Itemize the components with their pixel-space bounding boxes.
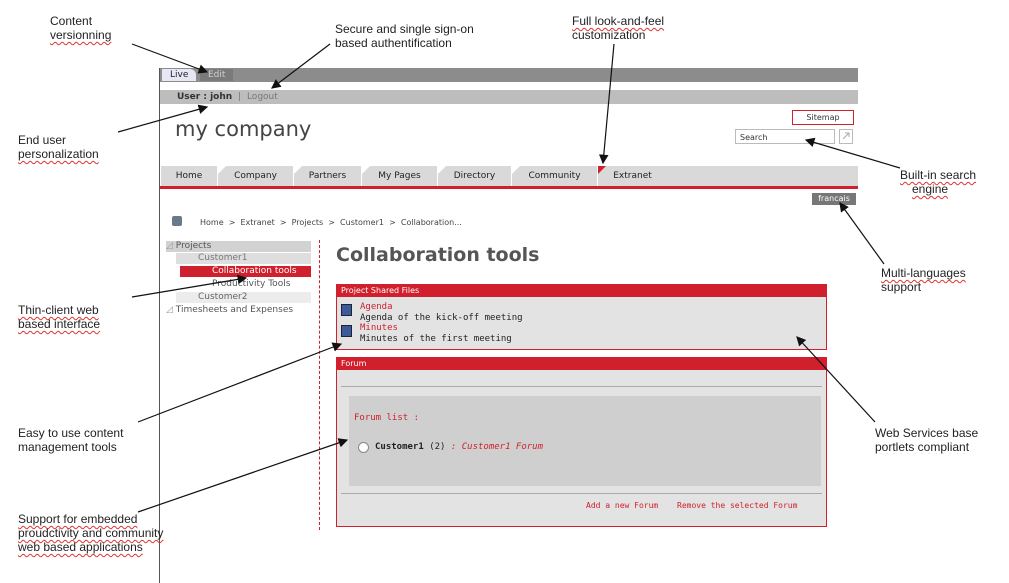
annotation-web-services: Web Services base portlets compliant	[875, 426, 979, 454]
language-switch[interactable]: francais	[812, 193, 856, 205]
forum-name: Customer1	[375, 442, 424, 452]
sidebar-item-collaboration-tools[interactable]: Collaboration tools	[180, 266, 311, 277]
word-document-icon[interactable]	[341, 325, 352, 337]
annotation-secure-sso: Secure and single sign-on based authenti…	[335, 22, 474, 50]
user-bar: User : john | Logout	[160, 90, 858, 104]
forum-desc: : Customer1 Forum	[450, 442, 544, 452]
search-input[interactable]: Search	[735, 129, 835, 144]
arrow-embedded	[137, 438, 349, 513]
forum-list-area	[349, 396, 821, 486]
search-go-icon[interactable]	[839, 129, 853, 144]
arrow-search	[804, 137, 901, 169]
triangle-icon: ◿	[166, 305, 176, 315]
forum-divider-top	[341, 386, 822, 387]
files-portlet-title: Project Shared Files	[337, 285, 826, 297]
remove-forum-link[interactable]: Remove the selected Forum	[677, 501, 797, 510]
breadcrumb[interactable]: Home > Extranet > Projects > Customer1 >…	[200, 218, 462, 227]
add-forum-link[interactable]: Add a new Forum	[586, 501, 658, 510]
annotation-thin-client: Thin-client web based interface	[18, 303, 101, 331]
annotation-multi-lang: Multi-languages support	[881, 266, 966, 294]
annotation-content-versioning: Content versionning	[50, 14, 112, 42]
arrow-multi-lang	[839, 202, 885, 265]
annotation-search-engine: Built-in search engine	[900, 168, 977, 196]
nav-item-extranet[interactable]: Extranet	[597, 166, 667, 186]
file-title-minutes[interactable]: Minutes	[360, 323, 398, 333]
forum-entry[interactable]: Customer1 (2) : Customer1 Forum	[375, 442, 543, 452]
annotation-end-user: End user personalization	[18, 133, 99, 161]
nav-item-company[interactable]: Company	[217, 166, 293, 186]
sidebar-item-projects[interactable]: ◿ Projects	[166, 241, 311, 252]
sitemap-button[interactable]: Sitemap	[792, 110, 854, 125]
file-title-agenda[interactable]: Agenda	[360, 302, 393, 312]
nav-accent-line	[160, 186, 858, 189]
file-desc-agenda: Agenda of the kick-off meeting	[360, 313, 523, 323]
sidebar-item-productivity-tools[interactable]: Productivity Tools	[180, 279, 311, 290]
forum-portlet-title: Forum	[337, 358, 826, 370]
sidebar-item-timesheets[interactable]: ◿ Timesheets and Expenses	[166, 305, 311, 316]
tab-edit[interactable]: Edit	[200, 69, 234, 81]
mode-tab-bar: Live Edit	[160, 68, 858, 82]
triangle-icon: ◿	[166, 241, 176, 251]
nav-item-home[interactable]: Home	[160, 166, 217, 186]
annotation-cms-tools: Easy to use content management tools	[18, 426, 124, 454]
forum-radio[interactable]	[358, 442, 369, 453]
nav-item-community[interactable]: Community	[511, 166, 597, 186]
arrow-icon	[842, 132, 850, 140]
logout-link[interactable]: Logout	[247, 92, 278, 102]
forum-count: (2)	[429, 442, 446, 452]
arrow-cms	[137, 342, 343, 423]
sidebar-item-customer1[interactable]: Customer1	[176, 253, 311, 264]
page-title: Collaboration tools	[336, 244, 540, 266]
nav-item-my-pages[interactable]: My Pages	[361, 166, 437, 186]
home-cube-icon	[172, 216, 182, 226]
content-separator	[319, 240, 320, 530]
file-desc-minutes: Minutes of the first meeting	[360, 334, 512, 344]
word-document-icon[interactable]	[341, 304, 352, 316]
nav-item-directory[interactable]: Directory	[437, 166, 511, 186]
tab-live[interactable]: Live	[162, 69, 197, 81]
user-separator: |	[238, 92, 242, 102]
forum-divider-bottom	[341, 493, 822, 494]
frame-left-border	[159, 68, 160, 583]
user-label: User : john	[177, 92, 233, 102]
annotation-embedded-apps: Support for embedded proudctivity and co…	[18, 512, 164, 554]
forum-list-label: Forum list :	[354, 413, 420, 423]
company-logo[interactable]: my company	[175, 117, 311, 141]
annotation-look-and-feel: Full look-and-feel customization	[572, 14, 665, 42]
nav-item-partners[interactable]: Partners	[293, 166, 361, 186]
sidebar-item-customer2[interactable]: Customer2	[176, 292, 311, 303]
